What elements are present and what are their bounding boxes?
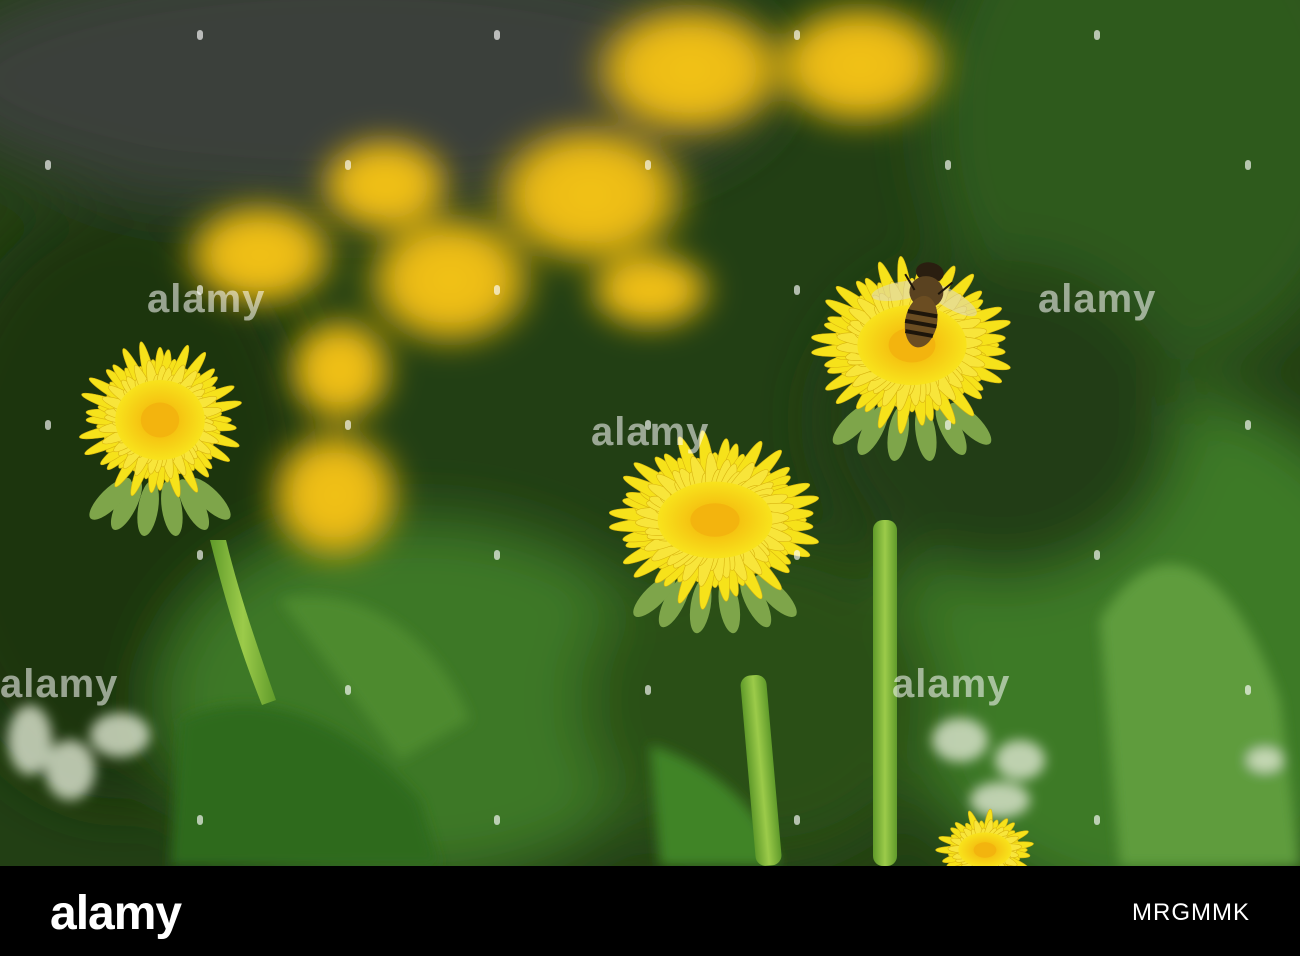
watermark-icon bbox=[345, 160, 351, 170]
watermark-icon bbox=[345, 420, 351, 430]
watermark-icon bbox=[197, 550, 203, 560]
footer-bar: alamy MRGMMK bbox=[0, 866, 1300, 956]
watermark-icon bbox=[197, 30, 203, 40]
watermark-icon bbox=[794, 815, 800, 825]
watermark-icon bbox=[1245, 685, 1251, 695]
photo: alamy alamy alamy alamy alamy bbox=[0, 0, 1300, 866]
watermark-icon bbox=[1094, 30, 1100, 40]
watermark-icon bbox=[1245, 160, 1251, 170]
watermark-icon bbox=[945, 160, 951, 170]
watermark-icon bbox=[1094, 815, 1100, 825]
watermark-icon bbox=[494, 815, 500, 825]
watermark-icon bbox=[345, 685, 351, 695]
watermark-icon bbox=[45, 420, 51, 430]
watermark-icon bbox=[45, 160, 51, 170]
watermark-icon bbox=[494, 285, 500, 295]
watermark-icon bbox=[197, 285, 203, 295]
watermark-icon bbox=[645, 160, 651, 170]
watermark-icon bbox=[494, 30, 500, 40]
image-id: MRGMMK bbox=[1132, 899, 1250, 926]
stock-photo-frame: alamy alamy alamy alamy alamy alamy MRGM… bbox=[0, 0, 1300, 956]
watermark-icon bbox=[1094, 550, 1100, 560]
watermark-icon bbox=[945, 420, 951, 430]
photo-scene bbox=[0, 0, 1300, 866]
watermark-icon bbox=[197, 815, 203, 825]
watermark-icon bbox=[794, 285, 800, 295]
alamy-logo: alamy bbox=[50, 887, 182, 940]
watermark-icon bbox=[1245, 420, 1251, 430]
watermark-icon bbox=[794, 30, 800, 40]
watermark-icon bbox=[645, 685, 651, 695]
watermark-icon bbox=[494, 550, 500, 560]
watermark-icon bbox=[645, 420, 651, 430]
watermark-icon bbox=[794, 550, 800, 560]
